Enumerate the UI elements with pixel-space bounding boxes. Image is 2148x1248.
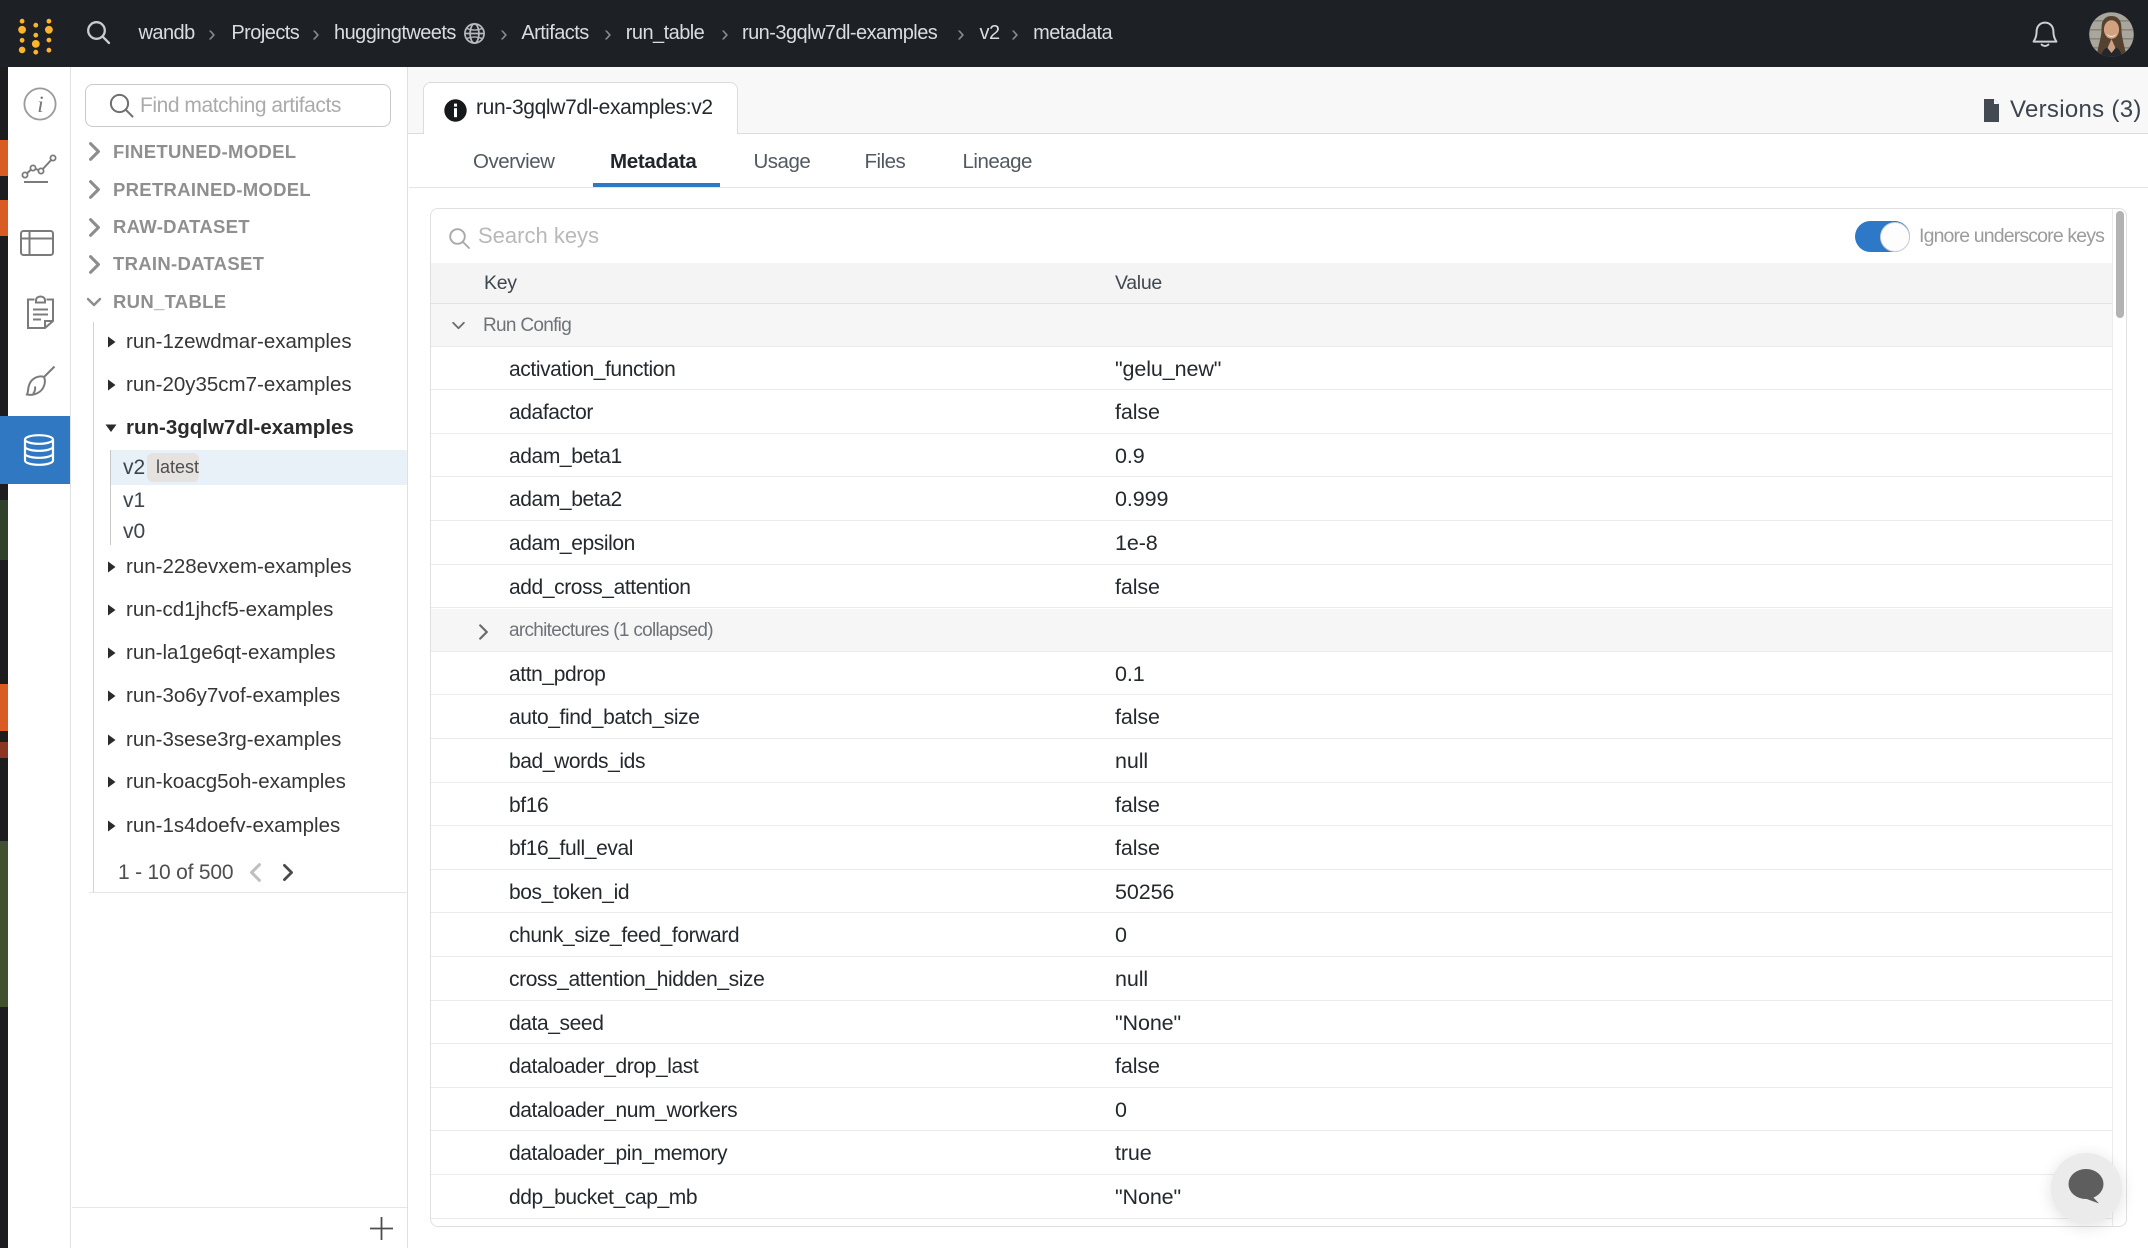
svg-text:i: i	[37, 92, 43, 117]
